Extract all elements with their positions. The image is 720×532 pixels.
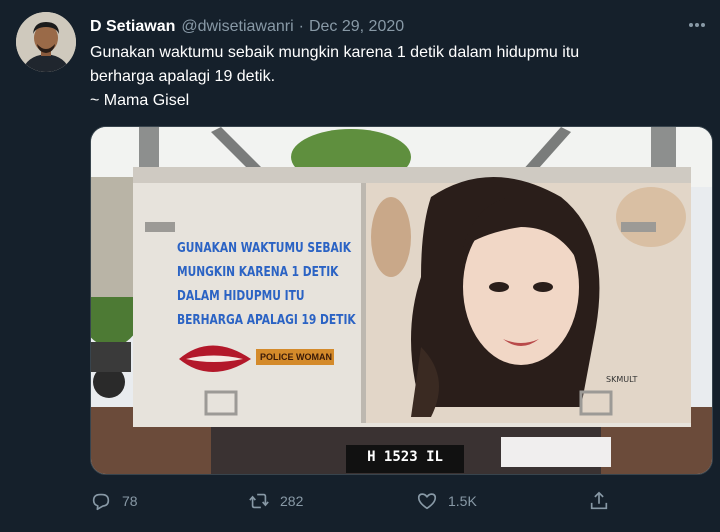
- tweet-text: Gunakan waktumu sebaik mungkin karena 1 …: [90, 41, 690, 113]
- retweet-button[interactable]: 282: [248, 487, 303, 515]
- share-button[interactable]: [588, 487, 620, 515]
- painted-text-line: BERHARGA APALAGI 19 DETIK: [177, 313, 356, 328]
- reply-count: 78: [122, 493, 138, 509]
- painted-text: GUNAKAN WAKTUMU SEBAIK MUNGKIN KARENA 1 …: [177, 237, 356, 333]
- tweet-photo[interactable]: GUNAKAN WAKTUMU SEBAIK MUNGKIN KARENA 1 …: [90, 126, 713, 475]
- license-plate: H 1523 IL: [367, 449, 443, 465]
- reply-button[interactable]: 78: [90, 487, 138, 515]
- display-name[interactable]: D Setiawan: [90, 18, 175, 36]
- reply-icon: [92, 493, 110, 511]
- share-icon: [590, 491, 608, 510]
- heart-icon: [417, 493, 437, 510]
- tweet-text-line: berharga apalagi 19 detik.: [90, 68, 276, 85]
- brand-label: POLICE WOMAN: [260, 352, 332, 362]
- painted-text-line: GUNAKAN WAKTUMU SEBAIK: [177, 241, 351, 256]
- painted-text-line: MUNGKIN KARENA 1 DETIK: [177, 265, 339, 280]
- artist-signature: SKMULT: [606, 375, 638, 384]
- tweet-text-line: Gunakan waktumu sebaik mungkin karena 1 …: [90, 44, 580, 61]
- painted-text-line: DALAM HIDUPMU ITU: [177, 289, 305, 304]
- avatar-image: [16, 12, 76, 72]
- like-button[interactable]: 1.5K: [416, 487, 477, 515]
- tweet-actions: 78 282 1.5K: [90, 487, 690, 515]
- retweet-icon: [249, 493, 269, 509]
- more-icon[interactable]: [686, 14, 708, 36]
- retweet-count: 282: [280, 493, 304, 509]
- tweet[interactable]: D Setiawan @dwisetiawanri · Dec 29, 2020…: [0, 0, 720, 532]
- avatar[interactable]: [16, 12, 76, 72]
- separator-dot: ·: [298, 18, 304, 35]
- user-handle[interactable]: @dwisetiawanri: [181, 18, 293, 36]
- like-count: 1.5K: [448, 493, 477, 509]
- tweet-date[interactable]: Dec 29, 2020: [309, 18, 404, 36]
- tweet-text-line: ~ Mama Gisel: [90, 92, 190, 109]
- tweet-header: D Setiawan @dwisetiawanri · Dec 29, 2020: [90, 16, 404, 38]
